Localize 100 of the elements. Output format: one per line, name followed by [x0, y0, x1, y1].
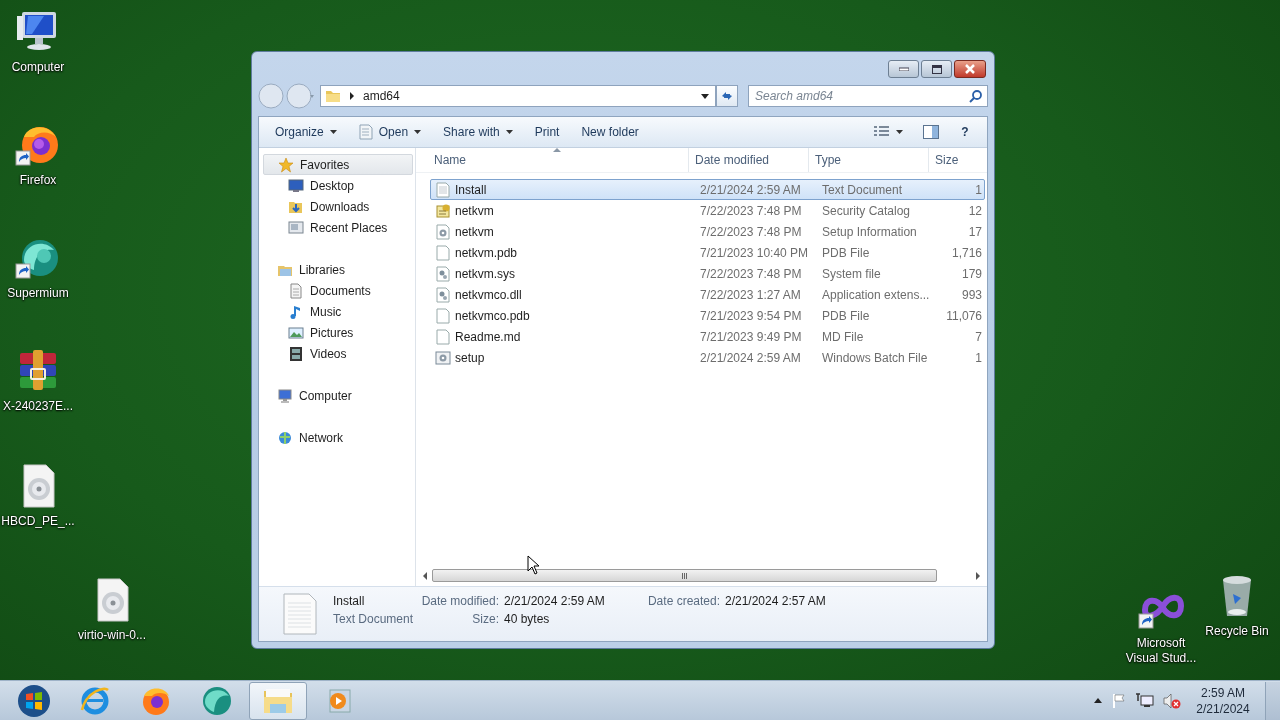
type-cell-text: MD File	[821, 329, 865, 344]
navigation-item[interactable]: Videos	[259, 343, 415, 364]
file-row[interactable]: Readme.md 7/21/2023 9:49 PM MD File 7	[430, 326, 985, 347]
address-bar[interactable]: amd64	[320, 85, 716, 107]
date-modified-cell-text: 7/22/2023 7:48 PM	[699, 224, 803, 239]
date-modified-cell-text: 7/21/2023 9:49 PM	[699, 329, 803, 344]
file-row[interactable]: Install 2/21/2024 2:59 AM Text Document 1	[430, 179, 985, 200]
size-cell-text: 179	[960, 266, 983, 281]
help-button[interactable]: ?	[955, 120, 975, 144]
size-cell-text: 993	[960, 287, 983, 302]
desktop-icon-label: Firefox	[19, 173, 57, 188]
desktop-icon-label: Recycle Bin	[1205, 624, 1269, 639]
refresh-button[interactable]	[716, 85, 738, 107]
navigation-item[interactable]: Music	[259, 301, 415, 322]
navigation-item[interactable]: Documents	[259, 280, 415, 301]
column-header[interactable]: Size	[929, 148, 987, 172]
navigation-item[interactable]: Downloads	[259, 196, 415, 217]
file-icon	[435, 265, 451, 282]
documents-icon	[288, 282, 304, 299]
navigation-item[interactable]: Recent Places	[259, 217, 415, 238]
file-name: netkvm.pdb	[455, 245, 518, 260]
file-row[interactable]: netkvm 7/22/2023 7:48 PM Setup Information 17	[430, 221, 985, 242]
type-cell-text: Windows Batch File	[821, 350, 929, 365]
file-icon	[435, 328, 451, 345]
open-button[interactable]: Open	[348, 120, 432, 144]
network-icon	[277, 429, 293, 446]
desktop-icon	[288, 177, 304, 194]
close-button[interactable]	[954, 60, 986, 78]
size-cell-text: 12	[967, 203, 983, 218]
scrollbar-thumb[interactable]	[432, 569, 937, 582]
file-icon	[435, 223, 451, 240]
toolbar-menu-button[interactable]: Share with	[433, 120, 523, 144]
folder-icon	[325, 88, 341, 104]
date-modified-cell-text: 7/22/2023 1:27 AM	[699, 287, 802, 302]
file-icon	[435, 244, 451, 261]
type-cell-text: PDB File	[821, 308, 871, 323]
size-cell-text: 17	[967, 224, 983, 239]
scroll-right-icon[interactable]	[975, 571, 981, 580]
file-name: netkvmco.pdb	[455, 308, 530, 323]
size-cell-text: 11,076	[945, 308, 983, 323]
file-name: netkvmco.dll	[455, 287, 522, 302]
column-header[interactable]: Type	[809, 148, 929, 172]
videos-icon	[288, 345, 304, 362]
toolbar-button[interactable]: New folder	[571, 120, 649, 144]
file-name: setup	[455, 350, 485, 365]
close-icon	[964, 64, 976, 74]
detail-value: 2/21/2024 2:59 AM	[504, 594, 606, 608]
file-name: Install	[455, 182, 487, 197]
file-row[interactable]: setup 2/21/2024 2:59 AM Windows Batch File 1	[430, 347, 985, 368]
type-cell-text: Text Document	[821, 182, 904, 197]
navigation-item[interactable]: Favorites	[263, 154, 413, 175]
desktop-icon-label: Microsoft Visual Stud...	[1124, 636, 1198, 666]
grip-icon	[681, 572, 688, 579]
maximize-icon	[931, 64, 942, 74]
file-row[interactable]: netkvm 7/22/2023 7:48 PM Security Catalog 12	[430, 200, 985, 221]
star-icon	[278, 156, 294, 173]
navigation-item[interactable]: Computer	[263, 385, 413, 406]
search-icon	[969, 90, 982, 103]
desktop-icon-label: virtio-win-0...	[78, 628, 146, 643]
desktop-icon-label: Supermium	[7, 286, 69, 301]
toolbar-menu-button[interactable]: Organize	[265, 120, 347, 144]
desktop-icon-label: Computer	[11, 60, 65, 75]
caret-icon	[896, 130, 903, 134]
network-icon[interactable]	[1136, 692, 1154, 709]
detail-label: Size:	[471, 612, 499, 626]
column-header[interactable]: Date modified	[689, 148, 809, 172]
search-field[interactable]: Search amd64	[748, 85, 988, 107]
refresh-icon	[720, 90, 734, 102]
scroll-left-icon[interactable]	[422, 571, 428, 580]
file-icon	[435, 286, 451, 303]
computer-icon	[277, 387, 293, 404]
show-hidden-icons-icon[interactable]	[1094, 698, 1102, 703]
type-cell-text: Application extens...	[821, 287, 931, 302]
file-row[interactable]: netkvmco.pdb 7/21/2023 9:54 PM PDB File 11,076	[430, 305, 985, 326]
file-row[interactable]: netkvm.pdb 7/21/2023 10:40 PM PDB File 1,716	[430, 242, 985, 263]
dropdown-arrow-icon[interactable]	[701, 93, 709, 99]
file-name: netkvm	[455, 203, 494, 218]
start-orb-icon	[17, 683, 51, 718]
file-icon	[435, 307, 451, 324]
caret-icon	[414, 130, 422, 134]
navigation-item[interactable]: Libraries	[263, 259, 413, 280]
date-modified-cell-text: 7/21/2023 10:40 PM	[699, 245, 810, 260]
maximize-button[interactable]	[921, 60, 952, 78]
clock[interactable]: 2:59 AM 2/21/2024	[1190, 684, 1256, 717]
navigation-item[interactable]: Pictures	[259, 322, 415, 343]
file-type: Text Document	[333, 612, 415, 626]
desktop-icon-label: X-240237E...	[2, 399, 74, 414]
type-cell-text: Security Catalog	[821, 203, 912, 218]
detail-label: Date modified:	[421, 594, 499, 608]
navigation-item[interactable]: Desktop	[259, 175, 415, 196]
file-icon	[435, 349, 451, 366]
toolbar-button[interactable]: Print	[524, 120, 570, 144]
volume-muted-icon[interactable]	[1163, 692, 1181, 709]
type-cell-text: PDB File	[821, 245, 871, 260]
detail-value: 40 bytes	[504, 612, 551, 626]
navigation-item[interactable]: Network	[263, 427, 413, 448]
document-icon	[358, 124, 373, 140]
file-row[interactable]: netkvmco.dll 7/22/2023 1:27 AM Application extens... 993	[430, 284, 985, 305]
file-row[interactable]: netkvm.sys 7/22/2023 7:48 PM System file 179	[430, 263, 985, 284]
caret-icon	[329, 130, 337, 134]
